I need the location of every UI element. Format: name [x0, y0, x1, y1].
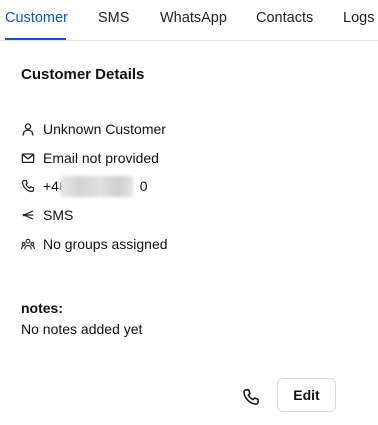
tab-sms[interactable]: SMS [98, 10, 129, 26]
tab-contacts[interactable]: Contacts [256, 10, 313, 26]
customer-email: Email not provided [43, 150, 159, 166]
mail-icon [21, 151, 35, 165]
groups-row: No groups assigned [21, 235, 168, 253]
tab-whatsapp[interactable]: WhatsApp [160, 10, 227, 26]
phone-suffix: 0 [139, 178, 148, 194]
share-icon [21, 208, 35, 222]
phone-icon [21, 179, 35, 193]
customer-phone: +48 0 [43, 176, 148, 197]
tab-bar: Customer SMS WhatsApp Contacts Logs [0, 0, 378, 41]
notes-label: notes: [21, 300, 63, 316]
tab-customer[interactable]: Customer [5, 10, 68, 26]
preferred-channel: SMS [43, 207, 74, 223]
call-button[interactable] [239, 385, 263, 409]
groups-value: No groups assigned [43, 236, 168, 252]
customer-phone-row: +48 0 [21, 176, 148, 197]
customer-email-row: Email not provided [21, 149, 159, 167]
group-icon [21, 237, 35, 251]
notes-value: No notes added yet [21, 321, 143, 337]
tab-logs[interactable]: Logs [343, 10, 374, 26]
section-title: Customer Details [21, 66, 145, 83]
customer-name-row: Unknown Customer [21, 120, 166, 138]
active-tab-indicator [5, 38, 66, 40]
preferred-channel-row: SMS [21, 206, 73, 224]
customer-name: Unknown Customer [43, 121, 166, 137]
user-icon [21, 122, 35, 136]
phone-icon [242, 388, 260, 406]
edit-button[interactable]: Edit [277, 378, 336, 412]
redacted-phone-digits [60, 176, 133, 197]
